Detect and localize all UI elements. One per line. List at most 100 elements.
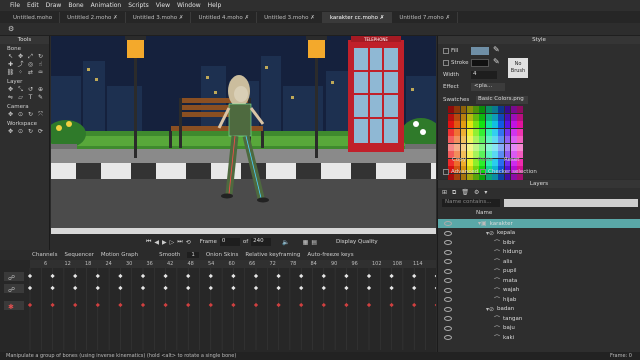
document-tab[interactable]: Untitled 4.moho ✗ (191, 12, 258, 23)
last-frame-icon[interactable]: ⏭ (177, 238, 182, 246)
manipulate-bones-icon[interactable]: ☝ (36, 61, 45, 68)
color-swatch[interactable] (479, 106, 486, 113)
set-origin-icon[interactable]: ⊕ (36, 86, 45, 93)
color-swatch[interactable] (460, 121, 467, 128)
rotate-layer-icon[interactable]: ↺ (26, 86, 35, 93)
visibility-eye-icon[interactable] (444, 268, 452, 274)
layer-row[interactable]: ⌒ wajah (438, 286, 640, 295)
scale-bone-icon[interactable]: ⤢ (26, 53, 35, 60)
color-swatch[interactable] (485, 136, 492, 143)
stage-canvas[interactable]: TELEPHONE (51, 36, 436, 234)
color-swatch[interactable] (479, 113, 486, 121)
layer-row[interactable]: ⌒ mata (438, 276, 640, 285)
visibility-eye-icon[interactable] (444, 230, 452, 236)
visibility-eye-icon[interactable] (444, 287, 452, 293)
volume-icon[interactable]: 🔈 (282, 239, 289, 246)
fill-eyedropper-icon[interactable]: ✎ (493, 45, 500, 54)
color-swatch[interactable] (466, 128, 473, 136)
color-swatch[interactable] (473, 113, 479, 121)
next-frame-icon[interactable]: ▷ (170, 239, 175, 246)
pan-tilt-icon[interactable]: ⤧ (36, 111, 45, 118)
width-input[interactable]: 4 (471, 71, 497, 79)
text-tool-icon[interactable]: T (26, 94, 35, 101)
menu-draw[interactable]: Draw (46, 2, 62, 9)
color-swatch[interactable] (498, 143, 505, 151)
bone-physics-icon[interactable]: ♒ (36, 69, 45, 76)
document-tab[interactable]: karakter cc.moho ✗ (322, 12, 393, 23)
tab-motion-graph[interactable]: Motion Graph (101, 252, 138, 258)
menu-file[interactable]: File (10, 2, 20, 9)
color-swatch[interactable] (460, 113, 467, 121)
color-swatch[interactable] (517, 128, 523, 136)
color-swatch[interactable] (510, 128, 517, 136)
color-swatch[interactable] (492, 106, 498, 113)
bind-points-icon[interactable]: ⁘ (16, 69, 25, 76)
loop-icon[interactable]: ⟲ (186, 239, 191, 246)
color-swatch[interactable] (510, 121, 517, 128)
layer-row[interactable]: ⌒ tangan (438, 314, 640, 323)
bone-options-icon[interactable]: ⚙ (8, 25, 14, 33)
color-swatch[interactable] (510, 143, 517, 151)
bone-strength-icon[interactable]: ◎ (26, 61, 35, 68)
duplicate-layer-icon[interactable]: ⧉ (452, 189, 456, 198)
color-swatch[interactable] (454, 143, 461, 151)
color-swatch[interactable] (473, 128, 479, 136)
color-swatch[interactable] (492, 143, 498, 151)
visibility-eye-icon[interactable] (444, 259, 452, 264)
tab-sequencer[interactable]: Sequencer (64, 252, 93, 258)
layer-row[interactable]: ⌒ pupil (438, 267, 640, 276)
menu-window[interactable]: Window (177, 2, 201, 9)
color-swatch[interactable] (492, 113, 498, 121)
rotate-workspace-icon[interactable]: ↻ (26, 128, 35, 135)
color-swatch[interactable] (454, 106, 461, 113)
menu-animation[interactable]: Animation (91, 2, 122, 9)
color-swatch[interactable] (485, 128, 492, 136)
color-swatch[interactable] (498, 121, 505, 128)
prev-frame-icon[interactable]: ◀ (154, 239, 159, 246)
view-mode-icon[interactable]: ▤ (311, 239, 317, 246)
translate-bone-icon[interactable]: ✥ (16, 53, 25, 60)
track-camera-icon[interactable]: ✥ (6, 111, 15, 118)
color-swatch[interactable] (448, 113, 454, 121)
color-swatch[interactable] (466, 151, 473, 158)
color-swatch[interactable] (454, 113, 461, 121)
document-tab[interactable]: Untitled 3.moho ✗ (126, 12, 192, 23)
layer-row[interactable]: ⌒ bibir (438, 238, 640, 247)
checker-selection-checkbox[interactable] (480, 169, 486, 175)
offset-bone-icon[interactable]: ⇄ (26, 69, 35, 76)
menu-bone[interactable]: Bone (68, 2, 83, 9)
layer-settings-icon[interactable]: ⚙ (474, 189, 479, 198)
tab-channels[interactable]: Channels (32, 252, 57, 258)
menu-view[interactable]: View (156, 2, 170, 9)
color-swatches[interactable] (448, 106, 523, 188)
interpolation-select[interactable]: Smooth (159, 252, 180, 258)
color-swatch[interactable] (448, 136, 454, 143)
timeline-ruler[interactable]: 6 12 18 24 30 36 42 48 54 60 66 72 78 84 90 96 102 108 114 (30, 260, 436, 268)
visibility-eye-icon[interactable] (444, 249, 452, 255)
add-bone-icon[interactable]: ✚ (6, 61, 15, 68)
total-frames-input[interactable]: 240 (251, 238, 272, 246)
flip-horizontal-icon[interactable]: ⇋ (6, 94, 15, 101)
view-grid-icon[interactable]: ▦ (303, 239, 309, 246)
color-swatch[interactable] (498, 113, 505, 121)
menu-scripts[interactable]: Scripts (128, 2, 149, 9)
layer-filter-input[interactable]: Name contains... (442, 199, 500, 207)
effect-select[interactable]: <pla... (471, 83, 505, 91)
visibility-eye-icon[interactable] (444, 240, 452, 245)
color-swatch[interactable] (504, 121, 511, 128)
color-swatch[interactable] (454, 121, 461, 128)
layer-row[interactable]: ▾▣ karakter (438, 219, 640, 228)
color-swatch[interactable] (473, 136, 479, 143)
select-bone-icon[interactable]: ↖ (6, 53, 15, 60)
layer-row[interactable]: ⌒ alis (438, 257, 640, 266)
rotate-bone-icon[interactable]: ↻ (36, 53, 45, 60)
color-swatch[interactable] (517, 143, 523, 151)
color-swatch[interactable] (498, 128, 505, 136)
color-swatch[interactable] (492, 128, 498, 136)
color-swatch[interactable] (510, 106, 517, 113)
fill-color-swatch[interactable] (471, 47, 489, 55)
stroke-eyedropper-icon[interactable]: ✎ (493, 57, 500, 66)
copy-button[interactable]: Copy (452, 157, 466, 163)
bind-layer-icon[interactable]: ⛓ (6, 69, 15, 76)
layer-row[interactable]: ⌒ hijab (438, 295, 640, 304)
